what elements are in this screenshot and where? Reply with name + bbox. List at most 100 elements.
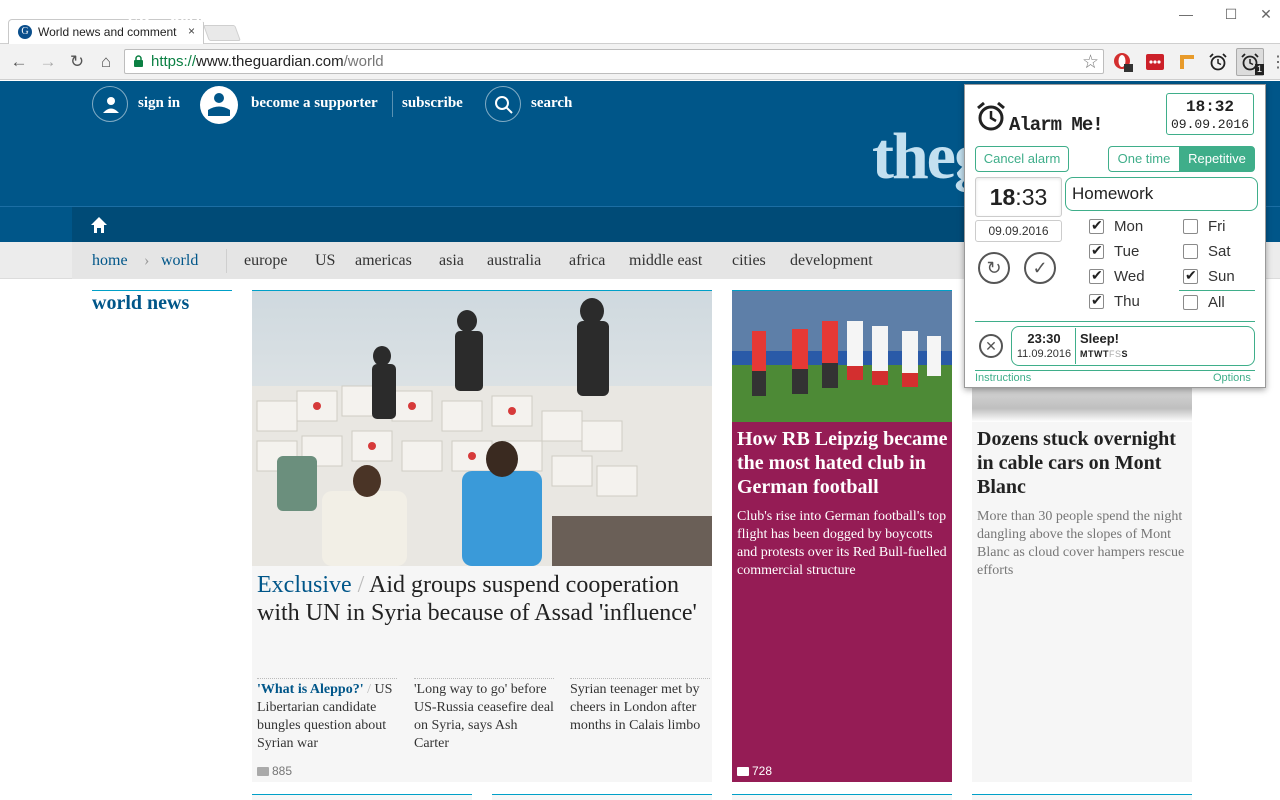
delete-alarm-icon[interactable]: ✕ (979, 334, 1003, 358)
next-card-rule (732, 794, 952, 800)
ruler-extension-icon[interactable] (1177, 52, 1197, 72)
time-value: 18:33 (975, 184, 1062, 211)
alarm-clock-extension-icon[interactable] (1208, 52, 1228, 72)
menu-icon[interactable]: ⋮ (1270, 52, 1280, 72)
sublink-ash-carter[interactable]: 'Long way to go' before US-Russia ceasef… (414, 678, 554, 753)
sign-in-icon[interactable] (92, 86, 128, 122)
lead-kicker: Exclusive (257, 572, 352, 598)
subnav-asia[interactable]: asia (439, 252, 464, 270)
new-tab-button[interactable] (203, 25, 241, 41)
sign-in-link[interactable]: sign in (138, 95, 180, 112)
section-title[interactable]: world news (92, 292, 189, 315)
checkbox-tue[interactable] (1089, 242, 1104, 259)
days-inactive: FS (1109, 349, 1122, 359)
scheduled-alarm-date: 11.09.2016 (1016, 348, 1072, 360)
comment-count-text: 885 (272, 764, 293, 778)
reload-icon[interactable]: ↻ (66, 51, 88, 73)
sublink-what-is-aleppo[interactable]: 'What is Aleppo?' / US Libertarian candi… (257, 678, 397, 753)
next-card-rule (492, 794, 712, 800)
mont-blanc-headline[interactable]: Dozens stuck overnight in cable cars on … (977, 427, 1189, 499)
popup-footer-divider (975, 370, 1255, 371)
subnav-middle-east[interactable]: middle east (629, 252, 702, 270)
subscribe-link[interactable]: subscribe (402, 95, 463, 112)
leipzig-standfirst: Club's rise into German football's top f… (737, 509, 947, 578)
mont-blanc-standfirst: More than 30 people spend the night dang… (977, 509, 1185, 578)
home-nav-icon[interactable] (90, 216, 108, 234)
leipzig-headline[interactable]: How RB Leipzig became the most hated clu… (737, 427, 949, 499)
search-icon[interactable] (485, 86, 521, 122)
days-active: MTWT (1080, 349, 1109, 359)
lastpass-extension-icon[interactable] (1145, 52, 1165, 72)
next-card-rule (972, 794, 1192, 800)
pillar-culture[interactable]: culture (441, 9, 490, 27)
checkbox-thu[interactable] (1089, 292, 1104, 309)
subnav-europe[interactable]: europe (244, 252, 288, 270)
options-link[interactable]: Options (1213, 372, 1251, 384)
opera-vpn-extension-icon[interactable] (1113, 52, 1133, 72)
become-supporter-link[interactable]: become a supporter (251, 95, 378, 112)
instructions-link[interactable]: Instructions (975, 372, 1031, 384)
pillar-environment[interactable]: environment (748, 9, 835, 27)
cable-car-photo[interactable] (972, 388, 1192, 422)
subnav-americas[interactable]: americas (355, 252, 412, 270)
pillar-world[interactable]: world (169, 9, 209, 27)
lock-icon (134, 55, 143, 67)
breadcrumb-world[interactable]: world (161, 252, 198, 270)
alarm-me-extension-button[interactable]: 1 (1236, 48, 1264, 76)
address-bar[interactable]: https://www.theguardian.com/world ☆ (124, 49, 1104, 74)
subnav-cities[interactable]: cities (732, 252, 766, 270)
pillar-travel[interactable]: travel (914, 9, 954, 27)
breadcrumb-home[interactable]: home (92, 252, 128, 270)
pillar-opinion[interactable]: opinion (365, 9, 417, 27)
forward-arrow-icon[interactable]: → (37, 51, 59, 73)
checkbox-fri[interactable] (1183, 219, 1198, 234)
lead-headline[interactable]: Exclusive / Aid groups suspend cooperati… (257, 571, 707, 627)
pillar-tech[interactable]: tech (862, 9, 890, 27)
cancel-alarm-button[interactable]: Cancel alarm (975, 146, 1069, 172)
alarm-label-input[interactable]: Homework (1065, 177, 1258, 211)
url-text: https://www.theguardian.com/world (151, 53, 384, 70)
section-rule (92, 290, 232, 291)
maximize-icon[interactable]: ☐ (1221, 6, 1241, 23)
subnav-development[interactable]: development (790, 252, 873, 270)
repeat-icon[interactable]: ↻ (978, 252, 1010, 284)
checkbox-all[interactable] (1183, 295, 1198, 310)
subnav-australia[interactable]: australia (487, 252, 541, 270)
football-players-photo[interactable] (732, 291, 952, 422)
search-link[interactable]: search (531, 95, 572, 112)
pillar-uk[interactable]: UK (127, 9, 151, 27)
bookmark-star-icon[interactable]: ☆ (1082, 51, 1099, 74)
date-input[interactable]: 09.09.2016 (975, 220, 1062, 242)
back-arrow-icon[interactable]: ← (8, 51, 30, 73)
scheduled-alarm-days: MTWTFSS (1080, 349, 1128, 359)
pillar-business[interactable]: business (513, 9, 570, 27)
checkbox-sun[interactable] (1183, 267, 1198, 284)
subnav-africa[interactable]: africa (569, 252, 605, 270)
popup-title: Alarm Me! (1009, 114, 1104, 136)
pillar-sport[interactable]: sport (231, 9, 267, 27)
repetitive-toggle[interactable]: Repetitive (1179, 146, 1255, 172)
minimize-icon[interactable]: — (1176, 6, 1196, 22)
checkbox-wed[interactable] (1089, 267, 1104, 284)
one-time-toggle[interactable]: One time (1108, 146, 1180, 172)
supporter-icon[interactable] (200, 86, 238, 124)
comment-count-text: 728 (752, 764, 773, 778)
confirm-check-icon[interactable]: ✓ (1024, 252, 1056, 284)
subnav-us[interactable]: US (315, 252, 335, 270)
comment-icon (257, 767, 269, 776)
pillar-football[interactable]: football (289, 9, 341, 27)
pillar-lifestyle[interactable]: lifestyle (596, 9, 648, 27)
sublink-syrian-teenager[interactable]: Syrian teenager met by cheers in London … (570, 678, 710, 735)
alarm-clock-icon (977, 101, 1005, 131)
close-window-icon[interactable]: ✕ (1256, 6, 1276, 23)
lead-comment-count[interactable]: 885 (257, 764, 292, 778)
aid-workers-photo[interactable] (252, 291, 712, 566)
leipzig-comment-count[interactable]: 728 (737, 764, 772, 778)
day-label-all: All (1208, 294, 1225, 311)
checkbox-mon[interactable] (1089, 217, 1104, 234)
checkbox-sat[interactable] (1183, 244, 1198, 259)
home-icon[interactable]: ⌂ (95, 51, 117, 73)
tab-title: World news and comment (38, 25, 177, 39)
current-date: 09.09.2016 (1170, 117, 1249, 132)
pillar-fashion[interactable]: fashion (673, 9, 723, 27)
